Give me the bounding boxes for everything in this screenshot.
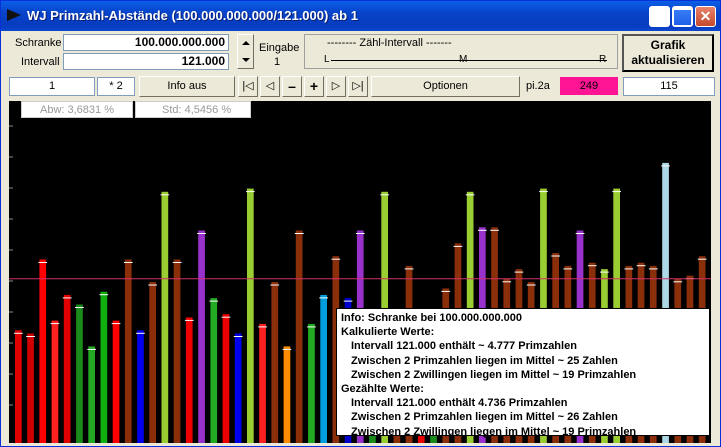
chart-bar bbox=[295, 230, 303, 443]
chart-bar bbox=[63, 294, 71, 443]
app-window: WJ Primzahl-Abstände (100.000.000.000/12… bbox=[0, 0, 721, 447]
pi-value-field: 249 bbox=[560, 77, 618, 95]
chart-bar bbox=[137, 330, 144, 443]
schranke-input[interactable]: 100.000.000.000 bbox=[63, 34, 229, 51]
grafik-aktualisieren-button[interactable]: Grafik aktualisieren bbox=[622, 34, 714, 72]
factor-field[interactable]: * 2 bbox=[97, 77, 135, 96]
nav-last-button[interactable]: ▷| bbox=[348, 76, 368, 97]
maximize-icon bbox=[673, 7, 692, 26]
eingabe-value: 1 bbox=[274, 56, 281, 68]
value-spinner[interactable] bbox=[237, 34, 254, 69]
std-stat: Std: 4,5456 % bbox=[135, 101, 251, 118]
info-calc-line: Zwischen 2 Primzahlen liegen im Mittel ~… bbox=[351, 354, 618, 367]
chart-bar bbox=[124, 259, 132, 443]
chart-bar bbox=[308, 323, 315, 443]
count-field: 115 bbox=[623, 77, 715, 96]
nav-prev-button[interactable]: ◁ bbox=[260, 76, 280, 97]
page-field[interactable]: 1 bbox=[9, 77, 95, 96]
maximize-button[interactable] bbox=[672, 6, 693, 27]
scale-l-label: L bbox=[324, 54, 330, 65]
chart-bar bbox=[185, 317, 193, 443]
nav-plus-button[interactable]: + bbox=[304, 76, 324, 97]
info-panel: Info: Schranke bei 100.000.000.000 Kalku… bbox=[336, 308, 710, 438]
chart-bar bbox=[112, 320, 120, 443]
chart-bar bbox=[210, 298, 218, 443]
scale-m-label: M bbox=[459, 54, 468, 65]
chart-bar bbox=[259, 323, 266, 443]
spin-down-icon[interactable] bbox=[242, 58, 250, 62]
plus-icon: + bbox=[309, 78, 319, 94]
chart-bar bbox=[283, 346, 291, 443]
abw-stat: Abw: 3,6831 % bbox=[21, 101, 133, 118]
chart-bar bbox=[222, 314, 230, 443]
chart-bar bbox=[15, 330, 22, 443]
nav-prev-icon: ◁ bbox=[265, 80, 275, 92]
info-header: Info: Schranke bei 100.000.000.000 bbox=[341, 312, 522, 324]
chart-bar bbox=[198, 230, 205, 443]
zaehl-intervall-box[interactable]: -------- Zähl-Intervall ------- L M R bbox=[304, 34, 618, 69]
chart-left-strip bbox=[1, 101, 9, 443]
chart-bar bbox=[173, 259, 181, 443]
nav-next-button[interactable]: ▷ bbox=[326, 76, 346, 97]
zaehl-intervall-label: -------- Zähl-Intervall ------- bbox=[327, 37, 452, 49]
close-button[interactable]: ✕ bbox=[695, 6, 716, 27]
pi-label: pi.2a bbox=[526, 80, 550, 92]
spin-up-icon[interactable] bbox=[242, 41, 250, 45]
window-title: WJ Primzahl-Abstände (100.000.000.000/12… bbox=[27, 8, 358, 23]
chart-bar bbox=[39, 259, 47, 443]
info-calc-line: Zwischen 2 Zwillingen liegen im Mittel ~… bbox=[351, 368, 637, 381]
chart-bar bbox=[149, 282, 156, 443]
info-calc-line: Intervall 121.000 enthält ~ 4.777 Primza… bbox=[351, 340, 577, 353]
eingabe-label: Eingabe bbox=[259, 42, 300, 54]
chart-bar bbox=[271, 282, 279, 443]
info-count-line: Intervall 121.000 enthält 4.736 Primzahl… bbox=[351, 397, 568, 410]
info-count-line: Zwischen 2 Zwillingen liegen im Mittel ~… bbox=[351, 425, 637, 438]
chart-bar bbox=[161, 191, 169, 443]
minimize-icon bbox=[650, 7, 669, 26]
schranke-label: Schranke bbox=[15, 37, 62, 49]
nav-last-icon: ▷| bbox=[352, 80, 364, 92]
intervall-label: Intervall bbox=[21, 56, 60, 68]
nav-first-icon: |◁ bbox=[242, 80, 254, 92]
info-count-title: Gezählte Werte: bbox=[341, 383, 424, 396]
scale-r-label: R bbox=[599, 54, 607, 65]
title-bar[interactable]: WJ Primzahl-Abstände (100.000.000.000/12… bbox=[1, 1, 720, 31]
chart-bar bbox=[234, 333, 242, 443]
chart-bar bbox=[100, 291, 108, 443]
info-calc-title: Kalkulierte Werte: bbox=[341, 326, 435, 339]
info-count-line: Zwischen 2 Primzahlen liegen im Mittel ~… bbox=[351, 411, 618, 424]
intervall-input[interactable]: 121.000 bbox=[63, 53, 229, 70]
minus-icon: – bbox=[288, 78, 296, 94]
info-aus-button[interactable]: Info aus bbox=[139, 76, 235, 97]
close-icon: ✕ bbox=[699, 8, 712, 24]
nav-next-icon: ▷ bbox=[331, 80, 341, 92]
optionen-button[interactable]: Optionen bbox=[371, 76, 520, 97]
chart-bar bbox=[88, 346, 95, 443]
chart-bar bbox=[76, 304, 83, 443]
chart-bar bbox=[51, 320, 59, 443]
app-arrow-icon bbox=[7, 9, 21, 21]
chart-bar bbox=[247, 188, 254, 443]
nav-first-button[interactable]: |◁ bbox=[238, 76, 258, 97]
nav-minus-button[interactable]: – bbox=[282, 76, 302, 97]
minimize-button[interactable] bbox=[649, 6, 670, 27]
scale-line bbox=[331, 60, 607, 61]
chart-bar bbox=[320, 294, 327, 443]
chart-bar bbox=[27, 333, 34, 443]
